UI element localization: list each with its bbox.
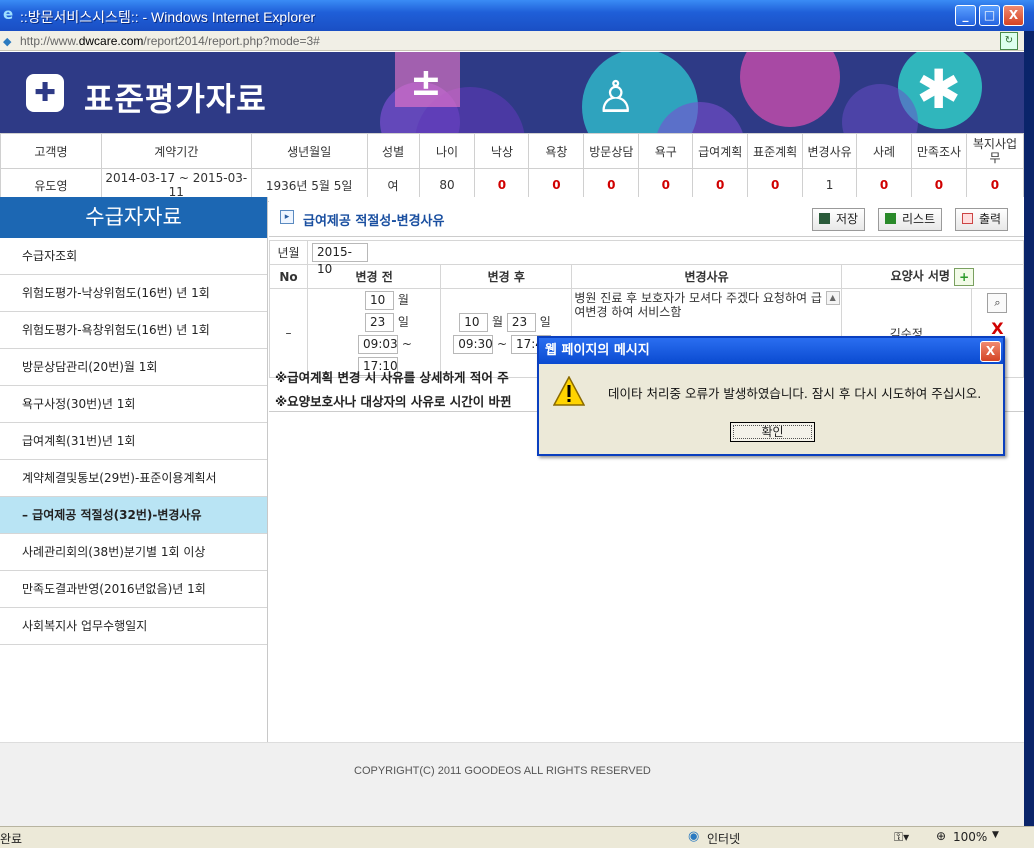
note-1: ※급여계획 변경 시 사유를 상세하게 적어 주 — [275, 370, 509, 385]
globe-icon: ◉ — [688, 829, 700, 844]
page-banner: ✚ 표준평가자료 ± ♙ ✱ — [0, 52, 1024, 133]
sidebar-item[interactable]: 급여계획(31번)년 1회 — [0, 423, 267, 460]
note-2: ※요양보호사나 대상자의 사유로 시간이 바뀐 — [275, 394, 512, 409]
sidebar-item[interactable]: 계약체결및통보(29번)-표준이용계획서 — [0, 460, 267, 497]
section-title: 급여제공 적절성-변경사유 — [303, 214, 445, 229]
sidebar-item-active[interactable]: – 급여제공 적절성(32번)-변경사유 — [0, 497, 267, 534]
reason-textarea[interactable]: 병원 진료 후 보호자가 모셔다 주겠다 요청하여 급여변경 하여 서비스함 — [574, 291, 822, 319]
dialog-close-button[interactable]: X — [980, 341, 1001, 362]
save-button[interactable]: 저장 — [812, 208, 866, 231]
asterisk-icon: ✱ — [916, 58, 962, 121]
print-button[interactable]: 출력 — [955, 208, 1009, 231]
close-window-button[interactable]: X — [1003, 5, 1024, 26]
add-row-button[interactable]: + — [954, 267, 975, 286]
sidebar-item[interactable]: 사회복지사 업무수행일지 — [0, 608, 267, 645]
client-info-table: 고객명 계약기간 생년월일 성별 나이 낙상 욕창 방문상담 욕구 급여계획 표… — [0, 133, 1025, 202]
after-month-input[interactable]: 10 — [459, 313, 489, 332]
dialog-title: 웹 페이지의 메시지 — [539, 338, 1003, 364]
banner-logo-icon: ✚ — [26, 74, 64, 112]
info-header: 생년월일 — [250, 133, 368, 169]
sidebar: 수급자자료 수급자조회 위험도평가-낙상위험도(16번) 년 1회 위험도평가-… — [0, 197, 268, 742]
col-no: No — [268, 264, 309, 289]
status-text: 완료 — [0, 832, 23, 846]
chevron-right-icon: ▸ — [280, 210, 294, 224]
window-title: ::방문서비스시스템:: - Windows Internet Explorer — [20, 9, 316, 25]
message-dialog: 웹 페이지의 메시지 X 데이타 처리중 오류가 발생하였습니다. 잠시 후 다… — [537, 336, 1005, 456]
info-header: 표준계획 — [747, 133, 804, 169]
ok-button[interactable]: 확인 — [730, 422, 815, 442]
info-header: 나이 — [418, 133, 476, 169]
maximize-button[interactable]: □ — [979, 5, 1000, 26]
copyright: COPYRIGHT(C) 2011 GOODEOS ALL RIGHTS RES… — [354, 765, 651, 777]
info-header: 계약기간 — [100, 133, 252, 169]
info-header: 낙상 — [474, 133, 530, 169]
window-frame-right — [1024, 31, 1034, 826]
plus-minus-icon: ± — [410, 60, 442, 104]
before-cell: 10 월 23 일 09:03 ~ 17:10 — [307, 288, 442, 378]
refresh-icon[interactable]: ↻ — [1000, 32, 1018, 50]
page-icon: ◆ — [3, 35, 12, 48]
sidebar-item[interactable]: 수급자조회 — [0, 238, 267, 275]
info-header: 변경사유 — [802, 133, 858, 169]
info-header: 사례 — [856, 133, 912, 169]
section-header: ▸ 급여제공 적절성-변경사유 저장 리스트 출력 — [269, 197, 1024, 237]
sidebar-item[interactable]: 만족도결과반영(2016년없음)년 1회 — [0, 571, 267, 608]
list-button[interactable]: 리스트 — [878, 208, 943, 231]
minimize-button[interactable]: _ — [955, 5, 976, 26]
window-title-bar: e ::방문서비스시스템:: - Windows Internet Explor… — [0, 0, 1034, 31]
footer: COPYRIGHT(C) 2011 GOODEOS ALL RIGHTS RES… — [0, 742, 1024, 826]
period-label: 년월 — [268, 240, 309, 265]
sidebar-heading: 수급자자료 — [0, 197, 267, 238]
info-header: 고객명 — [0, 133, 102, 169]
zone-text: 인터넷 — [707, 832, 741, 846]
zoom-level[interactable]: 100% — [953, 830, 987, 844]
info-header: 급여계획 — [692, 133, 749, 169]
sidebar-item[interactable]: 방문상담관리(20번)월 1회 — [0, 349, 267, 386]
main-content: ▸ 급여제공 적절성-변경사유 저장 리스트 출력 년월 2015-10 No … — [268, 197, 1025, 742]
ie-logo-icon: e — [3, 5, 14, 23]
info-header: 욕창 — [528, 133, 585, 169]
col-signer: 요양사 서명 + — [840, 264, 1025, 289]
col-reason: 변경사유 — [571, 264, 842, 289]
info-header: 복지사업무 — [965, 133, 1025, 169]
sidebar-item[interactable]: 사례관리회의(38번)분기별 1회 이상 — [0, 534, 267, 571]
info-header: 만족조사 — [910, 133, 967, 169]
address-bar[interactable]: ◆ http://www.dwcare.com/report2014/repor… — [0, 31, 1024, 51]
zoom-icon: ⊕ — [936, 829, 947, 843]
address-url[interactable]: http://www.dwcare.com/report2014/report.… — [20, 34, 320, 48]
info-header: 성별 — [366, 133, 420, 169]
sidebar-item[interactable]: 욕구사정(30번)년 1회 — [0, 386, 267, 423]
warning-icon — [553, 376, 585, 406]
pdf-icon — [962, 213, 973, 224]
info-header: 욕구 — [638, 133, 694, 169]
search-icon[interactable]: ⌕ — [987, 293, 1008, 313]
sidebar-item[interactable]: 위험도평가-낙상위험도(16번) 년 1회 — [0, 275, 267, 312]
period-input[interactable]: 2015-10 — [312, 243, 369, 276]
zoom-dropdown-icon[interactable]: ▼ — [992, 830, 999, 840]
save-icon — [819, 213, 830, 224]
dialog-message: 데이타 처리중 오류가 발생하였습니다. 잠시 후 다시 시도하여 주십시오. — [608, 386, 982, 401]
status-bar: 완료 ◉ 인터넷 ⚿▾ ⊕ 100% ▼ — [0, 826, 1034, 848]
info-header: 방문상담 — [583, 133, 640, 169]
list-icon — [885, 213, 896, 224]
after-day-input[interactable]: 23 — [506, 313, 536, 332]
before-day-input[interactable]: 23 — [365, 313, 395, 332]
sidebar-item[interactable]: 위험도평가-욕창위험도(16번) 년 1회 — [0, 312, 267, 349]
before-start-input[interactable]: 09:03 — [358, 335, 399, 354]
person-folder-icon: ♙ — [596, 72, 636, 123]
textarea-scroll-up-icon[interactable]: ▲ — [825, 291, 840, 305]
row-no: – — [268, 288, 309, 378]
col-after: 변경 후 — [440, 264, 573, 289]
after-start-input[interactable]: 09:30 — [453, 335, 494, 354]
banner-title: 표준평가자료 — [84, 80, 267, 118]
before-month-input[interactable]: 10 — [365, 291, 395, 310]
security-icon[interactable]: ⚿▾ — [894, 830, 909, 845]
